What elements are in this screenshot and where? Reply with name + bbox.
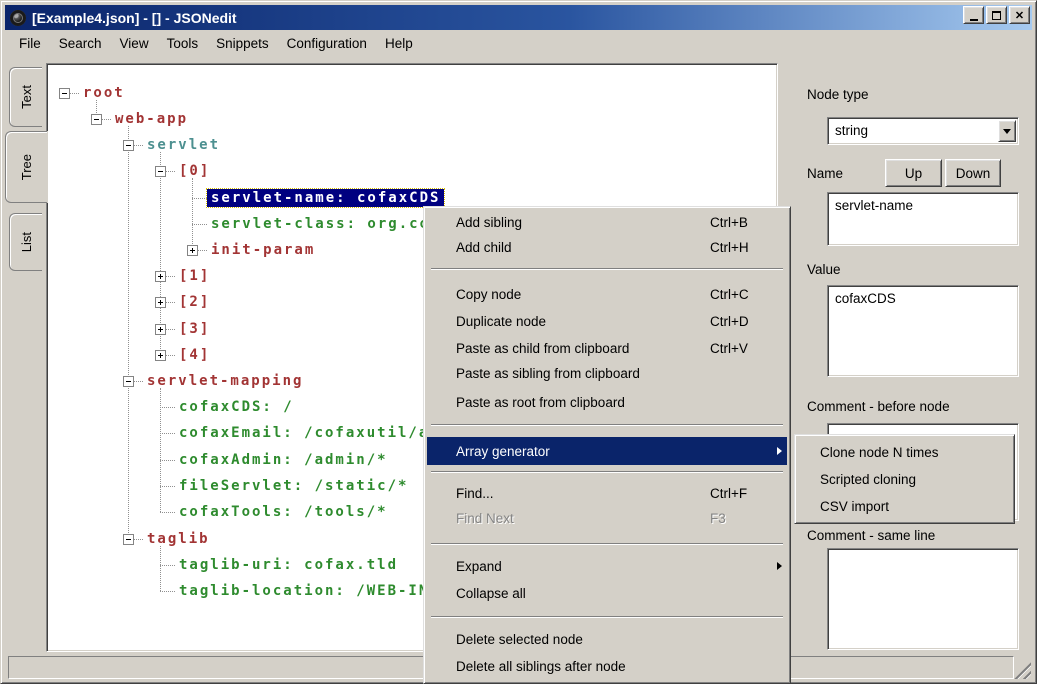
menu-item-clone-node-n-times[interactable]: Clone node N times xyxy=(798,439,1011,465)
node-type-dropdown[interactable]: string xyxy=(827,117,1019,145)
collapse-icon[interactable] xyxy=(123,376,134,387)
tree-node-web-app[interactable]: web-app xyxy=(91,106,188,132)
menu-configuration[interactable]: Configuration xyxy=(278,34,376,53)
name-label: Name xyxy=(807,166,843,181)
menu-separator xyxy=(431,543,783,545)
collapse-icon[interactable] xyxy=(155,166,166,177)
shortcut: Ctrl+H xyxy=(710,240,749,255)
tree-guide-line xyxy=(128,126,129,539)
menu-item-add-child[interactable]: Add childCtrl+H xyxy=(427,234,787,260)
menu-snippets[interactable]: Snippets xyxy=(207,34,278,53)
shortcut: Ctrl+V xyxy=(710,341,748,356)
dropdown-button[interactable] xyxy=(998,120,1016,142)
menu-item-delete-selected-node[interactable]: Delete selected node xyxy=(427,626,787,652)
close-button[interactable]: ✕ xyxy=(1009,6,1030,24)
menu-item-copy-node[interactable]: Copy nodeCtrl+C xyxy=(427,281,787,307)
menu-file[interactable]: File xyxy=(10,34,50,53)
expand-icon[interactable] xyxy=(155,297,166,308)
menu-item-paste-as-root[interactable]: Paste as root from clipboard xyxy=(427,389,787,415)
menu-item-paste-as-sibling[interactable]: Paste as sibling from clipboard xyxy=(427,360,787,386)
tree-node-4[interactable]: [4] xyxy=(155,342,210,368)
down-button[interactable]: Down xyxy=(945,159,1001,187)
tree-node-servlet-name-selected[interactable]: servlet-name: cofaxCDS xyxy=(192,185,444,211)
close-icon: ✕ xyxy=(1015,9,1024,22)
tree-node-root[interactable]: root xyxy=(59,80,125,106)
tree-node-init-param[interactable]: init-param xyxy=(187,237,315,263)
expand-icon[interactable] xyxy=(155,271,166,282)
menu-item-duplicate-node[interactable]: Duplicate nodeCtrl+D xyxy=(427,308,787,334)
tree-node-fileservlet[interactable]: fileServlet: /static/* xyxy=(160,473,408,499)
menu-search[interactable]: Search xyxy=(50,34,111,53)
collapse-icon[interactable] xyxy=(123,140,134,151)
menu-item-find[interactable]: Find...Ctrl+F xyxy=(427,480,787,506)
tab-text[interactable]: Text xyxy=(9,67,42,127)
tree-node-taglib-uri[interactable]: taglib-uri: cofax.tld xyxy=(160,552,398,578)
collapse-icon[interactable] xyxy=(123,534,134,545)
value-field[interactable]: cofaxCDS xyxy=(827,285,1019,377)
tree-node-cofaxtools[interactable]: cofaxTools: /tools/* xyxy=(160,499,388,525)
menu-item-scripted-cloning[interactable]: Scripted cloning xyxy=(798,466,1011,492)
tree-node-servlet-mapping[interactable]: servlet-mapping xyxy=(123,368,303,394)
context-menu: Add siblingCtrl+B Add childCtrl+H Copy n… xyxy=(423,206,791,684)
menu-item-array-generator[interactable]: Array generator xyxy=(427,437,787,465)
comment-same-line-label: Comment - same line xyxy=(807,528,935,543)
node-type-value: string xyxy=(835,123,868,138)
menu-item-paste-as-child[interactable]: Paste as child from clipboardCtrl+V xyxy=(427,335,787,361)
collapse-icon[interactable] xyxy=(59,88,70,99)
window-title: [Example4.json] - [] - JSONedit xyxy=(32,10,237,26)
menu-item-add-sibling[interactable]: Add siblingCtrl+B xyxy=(427,209,787,235)
submenu-arrow-icon xyxy=(777,562,782,570)
tab-list[interactable]: List xyxy=(9,213,42,271)
tree-node-cofaxcds[interactable]: cofaxCDS: / xyxy=(160,394,294,420)
menu-separator xyxy=(431,616,783,618)
shortcut: Ctrl+D xyxy=(710,314,749,329)
menu-item-collapse-all[interactable]: Collapse all xyxy=(427,580,787,606)
shortcut: F3 xyxy=(710,511,726,526)
maximize-icon xyxy=(992,11,1001,20)
menu-item-expand[interactable]: Expand xyxy=(427,553,787,579)
shortcut: Ctrl+F xyxy=(710,486,747,501)
tree-node-0[interactable]: [0] xyxy=(155,158,210,184)
comment-before-label: Comment - before node xyxy=(807,399,950,414)
tree-node-servlet[interactable]: servlet xyxy=(123,132,220,158)
titlebar[interactable]: [Example4.json] - [] - JSONedit xyxy=(5,5,1032,30)
menu-view[interactable]: View xyxy=(111,34,158,53)
tree-node-3[interactable]: [3] xyxy=(155,316,210,342)
tree-node-taglib[interactable]: taglib xyxy=(123,526,210,552)
menu-help[interactable]: Help xyxy=(376,34,422,53)
node-type-label: Node type xyxy=(807,87,869,102)
menubar: File Search View Tools Snippets Configur… xyxy=(5,32,1032,55)
resize-grip-icon[interactable] xyxy=(1012,660,1031,679)
shortcut: Ctrl+B xyxy=(710,215,748,230)
maximize-button[interactable] xyxy=(986,6,1007,24)
menu-item-find-next: Find NextF3 xyxy=(427,505,787,531)
array-generator-submenu: Clone node N times Scripted cloning CSV … xyxy=(794,434,1015,524)
up-button[interactable]: Up xyxy=(885,159,942,187)
app-icon[interactable] xyxy=(10,10,26,26)
name-field[interactable]: servlet-name xyxy=(827,192,1019,246)
expand-icon[interactable] xyxy=(155,350,166,361)
tree-node-cofaxadmin[interactable]: cofaxAdmin: /admin/* xyxy=(160,447,388,473)
tree-node-2[interactable]: [2] xyxy=(155,289,210,315)
comment-same-line-field[interactable] xyxy=(827,548,1019,650)
minimize-button[interactable] xyxy=(963,6,984,24)
app-window: [Example4.json] - [] - JSONedit ✕ File S… xyxy=(0,0,1037,684)
chevron-down-icon xyxy=(1003,129,1011,134)
menu-separator xyxy=(431,268,783,270)
menu-separator xyxy=(431,424,783,426)
menu-separator xyxy=(431,471,783,473)
submenu-arrow-icon xyxy=(777,447,782,455)
menu-item-delete-all-siblings[interactable]: Delete all siblings after node xyxy=(427,653,787,679)
shortcut: Ctrl+C xyxy=(710,287,749,302)
menu-item-csv-import[interactable]: CSV import xyxy=(798,493,1011,519)
menu-tools[interactable]: Tools xyxy=(158,34,208,53)
expand-icon[interactable] xyxy=(187,245,198,256)
minimize-icon xyxy=(970,19,978,21)
expand-icon[interactable] xyxy=(155,324,166,335)
tab-tree[interactable]: Tree xyxy=(5,131,47,203)
tree-node-1[interactable]: [1] xyxy=(155,263,210,289)
collapse-icon[interactable] xyxy=(91,114,102,125)
value-label: Value xyxy=(807,262,841,277)
